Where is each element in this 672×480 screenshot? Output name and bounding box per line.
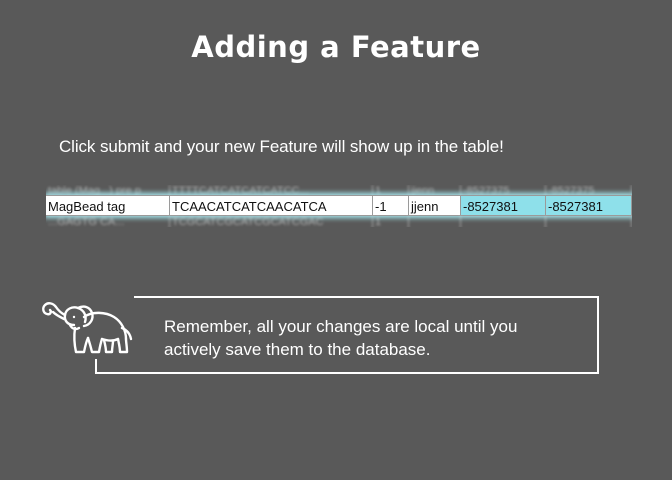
table-cell xyxy=(546,216,632,227)
reminder-line-1: Remember, all your changes are local unt… xyxy=(164,317,518,336)
table-cell: ...GAGTG CA... xyxy=(46,216,170,227)
feature-table-excerpt: table (Mag...) pre p TTTTCATCATCATCATCC.… xyxy=(46,185,632,227)
reminder-text: Remember, all your changes are local unt… xyxy=(164,315,584,361)
reminder-line-2: actively save them to the database. xyxy=(164,340,431,359)
feature-name-cell[interactable]: MagBead tag xyxy=(46,195,170,216)
table-cell: 1 xyxy=(373,216,409,227)
table-row-new-feature[interactable]: MagBead tag TCAACATCATCAACATCA -1 jjenn … xyxy=(46,195,632,216)
feature-id-cell[interactable]: -8527381 xyxy=(461,195,546,216)
instruction-text: Click submit and your new Feature will s… xyxy=(59,137,504,156)
table-cell: TCGCATCGCATCGCATCGAC xyxy=(170,216,373,227)
feature-id-cell[interactable]: -8527381 xyxy=(546,195,632,216)
table-cell xyxy=(409,216,461,227)
page-title: Adding a Feature xyxy=(191,30,481,64)
feature-sequence-cell[interactable]: TCAACATCATCAACATCA xyxy=(170,195,373,216)
feature-strand-cell[interactable]: -1 xyxy=(373,195,409,216)
table-row-next: ...GAGTG CA... TCGCATCGCATCGCATCGAC 1 xyxy=(46,216,632,227)
feature-owner-cell[interactable]: jjenn xyxy=(409,195,461,216)
elephant-icon xyxy=(34,295,134,359)
reminder-box: Remember, all your changes are local unt… xyxy=(95,296,599,374)
table-cell xyxy=(461,216,546,227)
